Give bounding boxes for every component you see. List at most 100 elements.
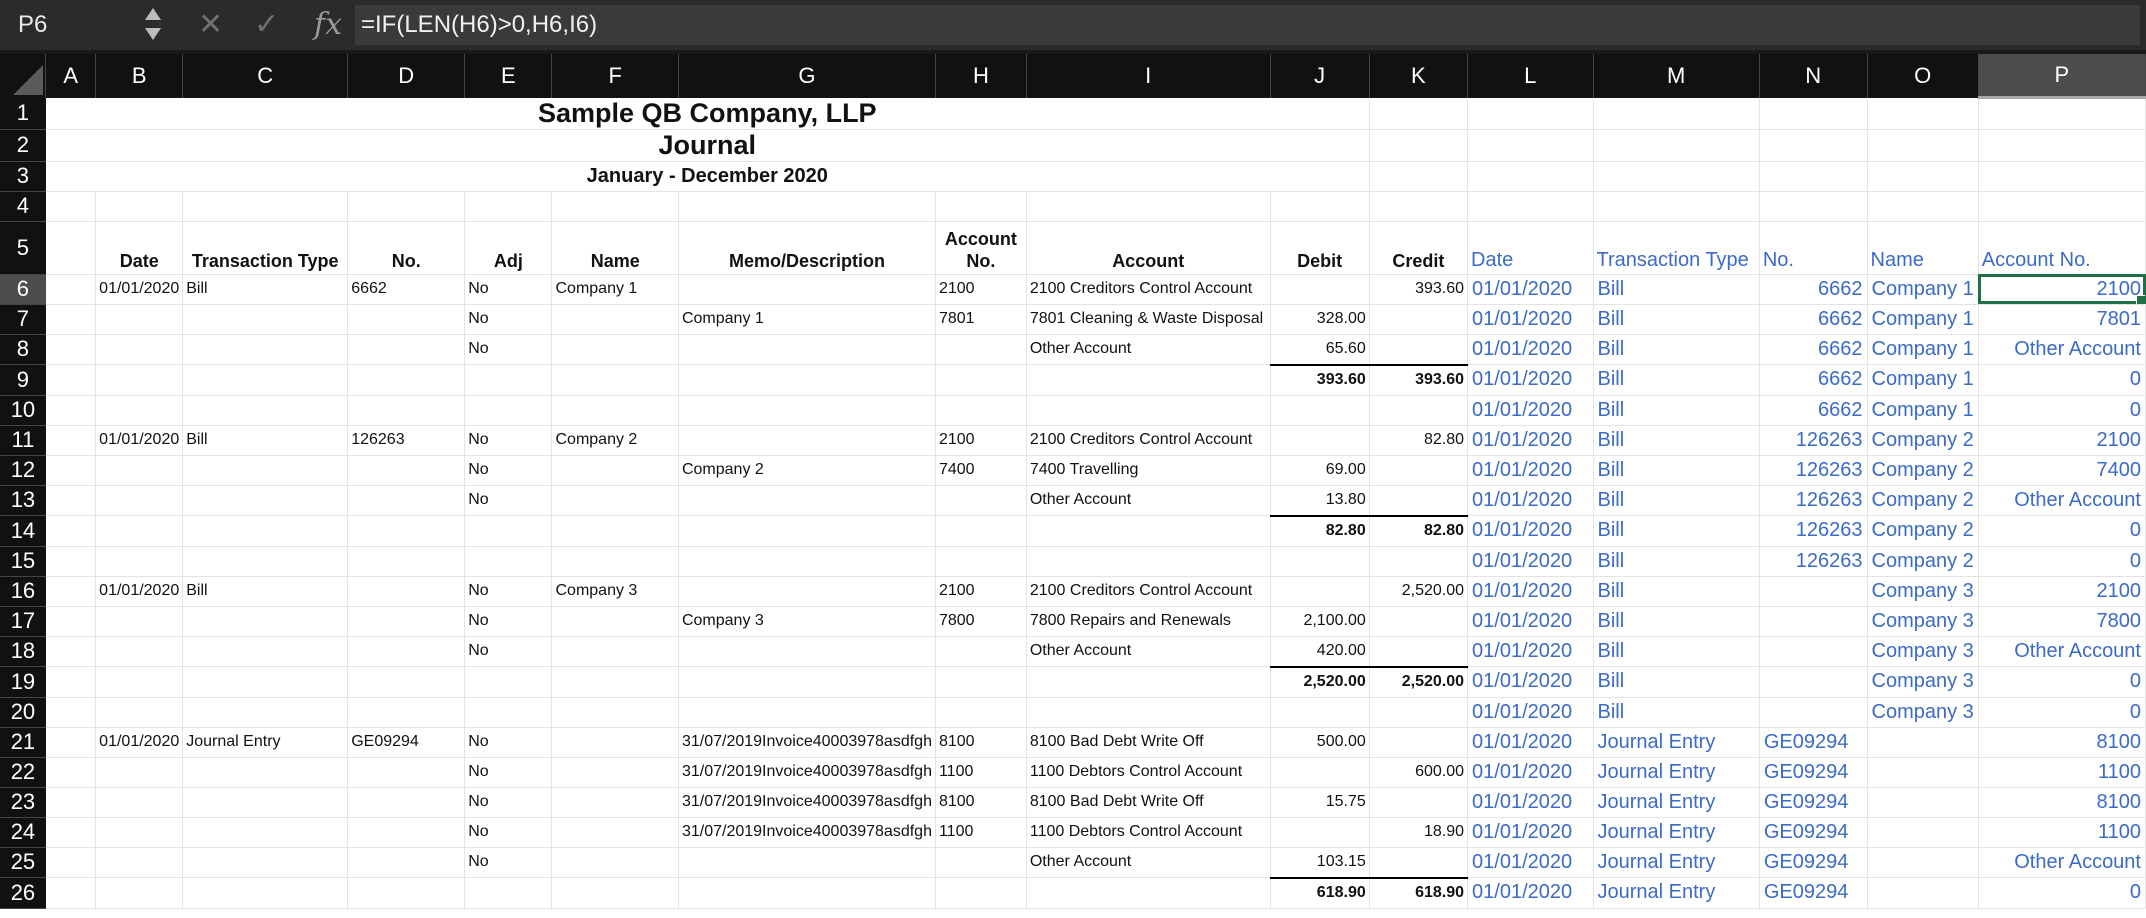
cell-o22[interactable] <box>1867 757 1979 788</box>
cell-g13[interactable] <box>678 485 936 516</box>
cell-h17[interactable]: 7800 <box>935 606 1027 637</box>
cell-m26[interactable]: Journal Entry <box>1593 877 1760 909</box>
header-l-date[interactable]: Date <box>1467 221 1594 275</box>
row-header-24[interactable]: 24 <box>0 817 46 848</box>
cell-b18[interactable] <box>95 636 184 667</box>
name-box-stepper-icon[interactable] <box>142 6 164 44</box>
cell-c21[interactable]: Journal Entry <box>182 727 349 758</box>
cell-a9[interactable] <box>45 364 97 396</box>
header-m-transaction-type[interactable]: Transaction Type <box>1593 221 1760 275</box>
cell-n24[interactable]: GE09294 <box>1759 817 1868 848</box>
cell-o19[interactable]: Company 3 <box>1867 666 1979 698</box>
row-header-13[interactable]: 13 <box>0 485 46 516</box>
cell-i24[interactable]: 1100 Debtors Control Account <box>1026 817 1271 848</box>
cell-k11[interactable]: 82.80 <box>1369 425 1469 456</box>
row-header-10[interactable]: 10 <box>0 395 46 426</box>
cell-f26[interactable] <box>551 877 679 909</box>
cell-k7[interactable] <box>1369 304 1469 335</box>
cell-j11[interactable] <box>1270 425 1370 456</box>
cell-j12[interactable]: 69.00 <box>1270 455 1370 486</box>
cell-c7[interactable] <box>182 304 349 335</box>
row-header-7[interactable]: 7 <box>0 304 46 335</box>
cell-o13[interactable]: Company 2 <box>1867 485 1979 516</box>
cell-h26[interactable] <box>935 877 1027 909</box>
cell-j26[interactable]: 618.90 <box>1270 876 1370 909</box>
cell-d12[interactable] <box>347 455 466 486</box>
cell-j25[interactable]: 103.15 <box>1270 847 1370 878</box>
cell-c9[interactable] <box>182 364 349 396</box>
cell-e25[interactable]: No <box>464 847 553 878</box>
cell-k13[interactable] <box>1369 485 1469 516</box>
cell-b7[interactable] <box>95 304 184 335</box>
cell-a6[interactable] <box>45 274 97 305</box>
cell-g14[interactable] <box>678 515 936 547</box>
cell-n7[interactable]: 6662 <box>1759 304 1868 335</box>
cell-j10[interactable] <box>1270 395 1370 426</box>
column-header-l[interactable]: L <box>1467 54 1594 98</box>
row-header-12[interactable]: 12 <box>0 455 46 486</box>
cancel-icon[interactable]: ✕ <box>198 0 223 50</box>
cell-e26[interactable] <box>464 877 553 909</box>
cell-n23[interactable]: GE09294 <box>1759 787 1868 818</box>
cell-a11[interactable] <box>45 425 97 456</box>
cell-m16[interactable]: Bill <box>1593 576 1760 607</box>
cell-o18[interactable]: Company 3 <box>1867 636 1979 667</box>
cell-a25[interactable] <box>45 847 97 878</box>
cell-a18[interactable] <box>45 636 97 667</box>
cell-g17[interactable]: Company 3 <box>678 606 936 637</box>
cell-i15[interactable] <box>1026 546 1271 577</box>
cell-j19[interactable]: 2,520.00 <box>1270 665 1370 698</box>
report-title[interactable]: Journal <box>45 129 1370 162</box>
cell-o7[interactable]: Company 1 <box>1867 304 1979 335</box>
header-debit[interactable]: Debit <box>1270 221 1370 275</box>
cell-f20[interactable] <box>551 697 679 728</box>
cell-k17[interactable] <box>1369 606 1469 637</box>
cell-m7[interactable]: Bill <box>1593 304 1760 335</box>
cell-o11[interactable]: Company 2 <box>1867 425 1979 456</box>
cell-k6[interactable]: 393.60 <box>1369 274 1469 305</box>
column-header-a[interactable]: A <box>45 54 97 98</box>
cell-j8[interactable]: 65.60 <box>1270 334 1370 365</box>
cell-k8[interactable] <box>1369 334 1469 365</box>
cell-o9[interactable]: Company 1 <box>1867 364 1979 396</box>
cell-o14[interactable]: Company 2 <box>1867 515 1979 547</box>
cell-g23[interactable]: 31/07/2019Invoice40003978asdfgh <box>678 787 936 818</box>
cell-p7[interactable]: 7801 <box>1978 304 2146 335</box>
cell-a12[interactable] <box>45 455 97 486</box>
cell-o23[interactable] <box>1867 787 1979 818</box>
cell-b20[interactable] <box>95 697 184 728</box>
cell-j15[interactable] <box>1270 546 1370 577</box>
cell-o25[interactable] <box>1867 847 1979 878</box>
cell-p20[interactable]: 0 <box>1978 697 2146 728</box>
cell-h10[interactable] <box>935 395 1027 426</box>
row-header-25[interactable]: 25 <box>0 847 46 878</box>
cell-e24[interactable]: No <box>464 817 553 848</box>
cell-p15[interactable]: 0 <box>1978 546 2146 577</box>
column-header-f[interactable]: F <box>551 54 679 98</box>
column-header-k[interactable]: K <box>1369 54 1469 98</box>
cell-l24[interactable]: 01/01/2020 <box>1467 817 1594 848</box>
cell-k12[interactable] <box>1369 455 1469 486</box>
cell-d10[interactable] <box>347 395 466 426</box>
row-header-3[interactable]: 3 <box>0 161 46 192</box>
cell-f22[interactable] <box>551 757 679 788</box>
cell-l17[interactable]: 01/01/2020 <box>1467 606 1594 637</box>
row-header-4[interactable]: 4 <box>0 191 46 222</box>
cell-e18[interactable]: No <box>464 636 553 667</box>
cell-j21[interactable]: 500.00 <box>1270 727 1370 758</box>
cell-p21[interactable]: 8100 <box>1978 727 2146 758</box>
cell-i16[interactable]: 2100 Creditors Control Account <box>1026 576 1271 607</box>
cell-n13[interactable]: 126263 <box>1759 485 1868 516</box>
cell-b25[interactable] <box>95 847 184 878</box>
row-header-19[interactable]: 19 <box>0 666 46 698</box>
cell-e22[interactable]: No <box>464 757 553 788</box>
cell-g15[interactable] <box>678 546 936 577</box>
cell-e12[interactable]: No <box>464 455 553 486</box>
cell-a7[interactable] <box>45 304 97 335</box>
cell-p18[interactable]: Other Account <box>1978 636 2146 667</box>
column-header-m[interactable]: M <box>1593 54 1760 98</box>
cell-m20[interactable]: Bill <box>1593 697 1760 728</box>
cell-d23[interactable] <box>347 787 466 818</box>
cell-h23[interactable]: 8100 <box>935 787 1027 818</box>
cell-h18[interactable] <box>935 636 1027 667</box>
